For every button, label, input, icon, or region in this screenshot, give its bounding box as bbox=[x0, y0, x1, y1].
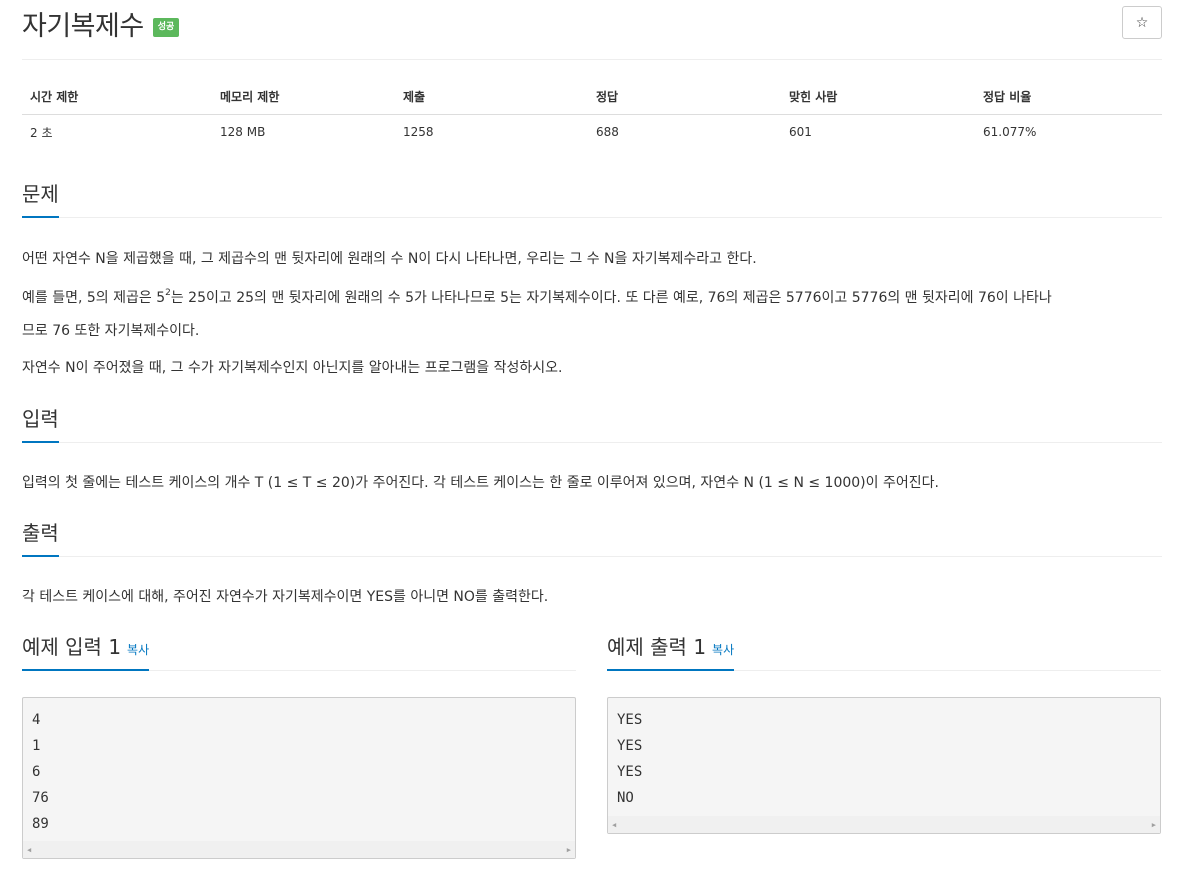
info-value-row: 2 초 128 MB 1258 688 601 61.077% bbox=[22, 114, 1162, 150]
sample-input-header: 예제 입력 1 복사 bbox=[22, 633, 576, 671]
col-accepted: 정답 bbox=[588, 80, 781, 115]
problem-paragraph-2: 예를 들면, 5의 제곱은 52는 25이고 25의 맨 뒷자리에 원래의 수 … bbox=[22, 282, 1162, 348]
scroll-left-icon[interactable]: ◀ bbox=[27, 846, 31, 854]
sample-output-lines: YES YES YES NO bbox=[608, 698, 1160, 811]
sample-output-line: NO bbox=[617, 790, 634, 806]
problem-description: 어떤 자연수 N을 제곱했을 때, 그 제곱수의 맨 뒷자리에 원래의 수 N이… bbox=[22, 243, 1162, 275]
input-paragraph: 입력의 첫 줄에는 테스트 케이스의 개수 T (1 ≤ T ≤ 20)가 주어… bbox=[22, 475, 939, 491]
sample-input-line: 4 bbox=[32, 712, 41, 728]
p2-before: 예를 들면, 5의 제곱은 5 bbox=[22, 290, 166, 306]
problem-paragraph-3-wrap: 자연수 N이 주어졌을 때, 그 수가 자기복제수인지 아닌지를 알아내는 프로… bbox=[22, 352, 1162, 384]
accepted-value: 688 bbox=[596, 125, 619, 140]
time-limit-value: 2 초 bbox=[30, 125, 53, 140]
sample-output-line: YES bbox=[617, 764, 643, 780]
input-description: 입력의 첫 줄에는 테스트 케이스의 개수 T (1 ≤ T ≤ 20)가 주어… bbox=[22, 467, 1162, 499]
copy-output-link[interactable]: 복사 bbox=[712, 643, 734, 657]
output-heading: 출력 bbox=[22, 519, 59, 557]
sample-input-scrollbar[interactable]: ◀ ▶ bbox=[23, 841, 575, 858]
problem-info-table: 시간 제한 메모리 제한 제출 정답 맞힌 사람 정답 비율 2 초 128 M… bbox=[22, 80, 1162, 150]
output-description: 각 테스트 케이스에 대해, 주어진 자연수가 자기복제수이면 YES를 아니면… bbox=[22, 581, 1162, 613]
sample-output-line: YES bbox=[617, 738, 643, 754]
problem-heading: 문제 bbox=[22, 180, 59, 218]
col-time-limit: 시간 제한 bbox=[22, 80, 212, 115]
sample-input-line: 1 bbox=[32, 738, 41, 754]
star-button[interactable]: ☆ bbox=[1122, 6, 1162, 39]
col-solvers: 맞힌 사람 bbox=[781, 80, 975, 115]
col-memory-limit: 메모리 제한 bbox=[212, 80, 395, 115]
ratio-value: 61.077% bbox=[983, 125, 1037, 140]
title-divider bbox=[22, 59, 1162, 60]
sample-input-lines: 4 1 6 76 89 bbox=[23, 698, 575, 837]
sample-input-heading: 예제 입력 1 복사 bbox=[22, 633, 150, 671]
problem-paragraph-2-line-1: 예를 들면, 5의 제곱은 52는 25이고 25의 맨 뒷자리에 원래의 수 … bbox=[22, 282, 1162, 315]
col-ratio: 정답 비율 bbox=[975, 80, 1162, 115]
sample-input-line: 89 bbox=[32, 816, 49, 832]
submissions-value: 1258 bbox=[403, 125, 434, 140]
p2-after: 는 25이고 25의 맨 뒷자리에 원래의 수 5가 나타나므로 5는 자기복제… bbox=[170, 290, 1052, 306]
sample-input-line: 6 bbox=[32, 764, 41, 780]
page-title: 자기복제수 bbox=[22, 10, 144, 42]
sample-input-line: 76 bbox=[32, 790, 49, 806]
input-heading: 입력 bbox=[22, 405, 59, 443]
sample-input-box[interactable]: 4 1 6 76 89 ◀ ▶ bbox=[22, 697, 576, 859]
problem-paragraph-2-line-2: 므로 76 또한 자기복제수이다. bbox=[22, 323, 200, 339]
sample-output-title: 예제 출력 1 bbox=[607, 635, 707, 659]
p2-superscript: 2 bbox=[165, 288, 171, 299]
memory-limit-value: 128 MB bbox=[220, 125, 266, 140]
sample-output-scrollbar[interactable]: ◀ ▶ bbox=[608, 816, 1160, 833]
star-icon: ☆ bbox=[1135, 14, 1149, 31]
output-section-header: 출력 bbox=[22, 519, 1162, 557]
sample-input-title: 예제 입력 1 bbox=[22, 635, 122, 659]
problem-paragraph-3: 자연수 N이 주어졌을 때, 그 수가 자기복제수인지 아닌지를 알아내는 프로… bbox=[22, 360, 563, 376]
title-row: 자기복제수 성공 bbox=[22, 6, 180, 42]
scroll-left-icon[interactable]: ◀ bbox=[612, 821, 616, 829]
info-header-row: 시간 제한 메모리 제한 제출 정답 맞힌 사람 정답 비율 bbox=[22, 80, 1162, 115]
input-section-header: 입력 bbox=[22, 405, 1162, 443]
status-badge: 성공 bbox=[152, 17, 180, 37]
scroll-right-icon[interactable]: ▶ bbox=[1152, 821, 1156, 829]
sample-output-heading: 예제 출력 1 복사 bbox=[607, 633, 735, 671]
problem-paragraph-1: 어떤 자연수 N을 제곱했을 때, 그 제곱수의 맨 뒷자리에 원래의 수 N이… bbox=[22, 251, 757, 267]
sample-output-line: YES bbox=[617, 712, 643, 728]
sample-output-box[interactable]: YES YES YES NO ◀ ▶ bbox=[607, 697, 1161, 834]
scroll-right-icon[interactable]: ▶ bbox=[567, 846, 571, 854]
sample-output-header: 예제 출력 1 복사 bbox=[607, 633, 1161, 671]
solvers-value: 601 bbox=[789, 125, 812, 140]
col-submissions: 제출 bbox=[395, 80, 588, 115]
copy-input-link[interactable]: 복사 bbox=[127, 643, 149, 657]
output-paragraph: 각 테스트 케이스에 대해, 주어진 자연수가 자기복제수이면 YES를 아니면… bbox=[22, 589, 549, 605]
problem-section-header: 문제 bbox=[22, 180, 1162, 218]
